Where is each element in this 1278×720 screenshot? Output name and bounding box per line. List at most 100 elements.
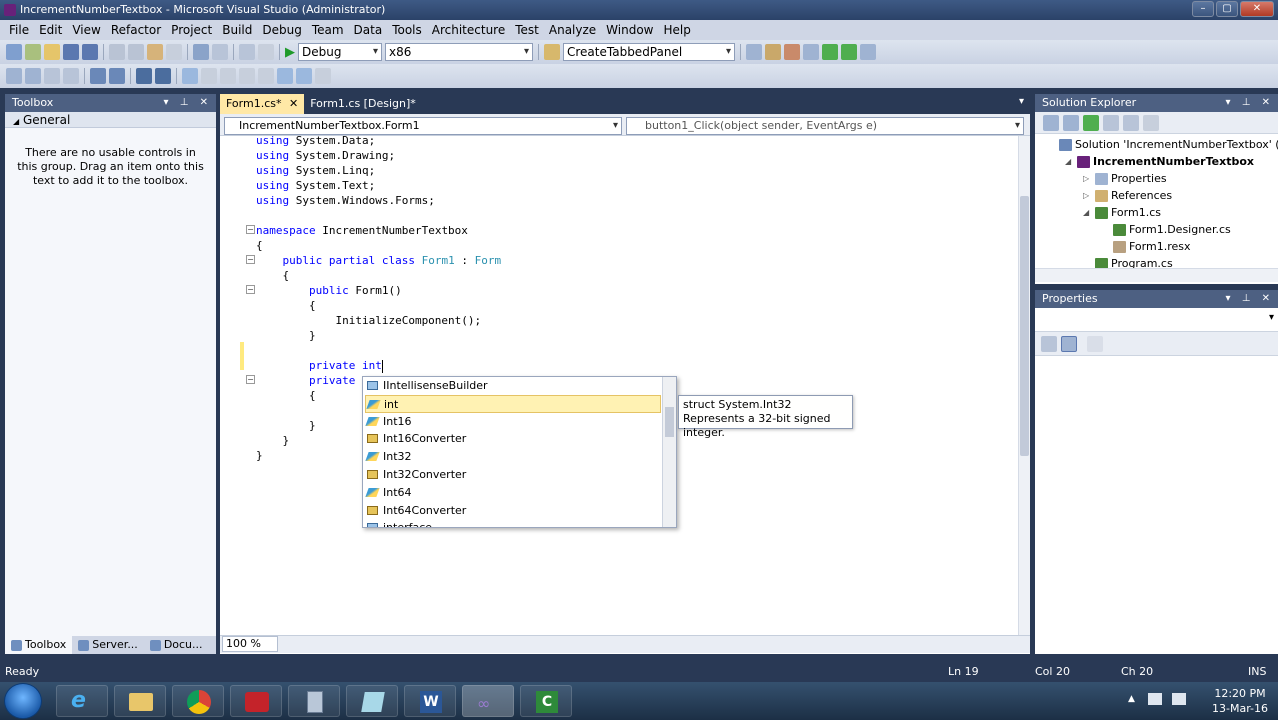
quick-info-icon[interactable]: [44, 68, 60, 84]
calculator-icon[interactable]: [288, 685, 340, 717]
find-combo[interactable]: CreateTabbedPanel: [563, 43, 735, 61]
paste-icon[interactable]: [147, 44, 163, 60]
internet-explorer-icon[interactable]: e: [56, 685, 108, 717]
expander-icon[interactable]: ◢: [1065, 153, 1074, 170]
indent-icon[interactable]: [109, 68, 125, 84]
tab-form1-design[interactable]: Form1.cs [Design]*: [304, 94, 422, 114]
network-icon[interactable]: [1148, 693, 1162, 705]
fold-method-icon[interactable]: −: [246, 375, 255, 384]
start-debugging-icon[interactable]: ▶: [285, 45, 295, 60]
refresh-icon[interactable]: [1083, 115, 1099, 131]
tree-item[interactable]: Form1.Designer.cs: [1047, 221, 1278, 238]
show-all-files-icon[interactable]: [1063, 115, 1079, 131]
word-icon[interactable]: W: [404, 685, 456, 717]
intellisense-item[interactable]: Int32: [365, 448, 661, 466]
menu-team[interactable]: Team: [307, 20, 349, 40]
add-item-icon[interactable]: [25, 44, 41, 60]
tree-item[interactable]: Form1.resx: [1047, 238, 1278, 255]
next-bookmark-icon[interactable]: [220, 68, 236, 84]
clear-bookmarks-icon[interactable]: [315, 68, 331, 84]
intellisense-scrollbar[interactable]: [662, 377, 676, 527]
command-window-icon[interactable]: [860, 44, 876, 60]
visual-studio-icon[interactable]: ∞: [462, 685, 514, 717]
class-diagram-icon[interactable]: [1143, 115, 1159, 131]
object-browser-icon[interactable]: [784, 44, 800, 60]
intellisense-list[interactable]: IIntellisenseBuilder int Int16 Int16Convert…: [362, 376, 677, 528]
intellisense-item[interactable]: IIntellisenseBuilder: [365, 377, 661, 395]
redo-icon[interactable]: [212, 44, 228, 60]
notepad-icon[interactable]: [346, 685, 398, 717]
new-project-icon[interactable]: [6, 44, 22, 60]
outdent-icon[interactable]: [90, 68, 106, 84]
menu-test[interactable]: Test: [510, 20, 544, 40]
undo-icon[interactable]: [193, 44, 209, 60]
parameter-info-icon[interactable]: [25, 68, 41, 84]
tab-form1-cs[interactable]: Form1.cs* ✕: [220, 94, 305, 114]
members-dropdown[interactable]: button1_Click(object sender, EventArgs e…: [626, 117, 1024, 135]
intellisense-item[interactable]: Int64: [365, 484, 661, 502]
camtasia-icon[interactable]: C: [520, 685, 572, 717]
menu-analyze[interactable]: Analyze: [544, 20, 601, 40]
menu-edit[interactable]: Edit: [34, 20, 67, 40]
expander-icon[interactable]: ▷: [1083, 170, 1092, 187]
panel-controls-icon[interactable]: ▾ ⊥ ✕: [1226, 94, 1274, 112]
intellisense-item[interactable]: Int32Converter: [365, 466, 661, 484]
fold-ctor-icon[interactable]: −: [246, 285, 255, 294]
prev-bookmark-icon[interactable]: [201, 68, 217, 84]
complete-word-icon[interactable]: [63, 68, 79, 84]
object-members-icon[interactable]: [6, 68, 22, 84]
menu-window[interactable]: Window: [601, 20, 658, 40]
extension-manager-icon[interactable]: [841, 44, 857, 60]
comment-icon[interactable]: [136, 68, 152, 84]
vertical-scrollbar[interactable]: [1018, 136, 1030, 636]
menu-tools[interactable]: Tools: [387, 20, 427, 40]
start-page-icon[interactable]: [822, 44, 838, 60]
prev-bookmark-doc-icon[interactable]: [277, 68, 293, 84]
menu-debug[interactable]: Debug: [257, 20, 306, 40]
object-selector[interactable]: ▾: [1035, 308, 1278, 332]
view-code-icon[interactable]: [1103, 115, 1119, 131]
scroll-thumb[interactable]: [1020, 196, 1029, 456]
find-in-files-icon[interactable]: [544, 44, 560, 60]
cut-icon[interactable]: [109, 44, 125, 60]
tree-item[interactable]: ◢ IncrementNumberTextbox: [1047, 153, 1278, 170]
solution-tree[interactable]: Solution 'IncrementNumberTextbox' (1 ◢ Inc…: [1047, 136, 1278, 272]
panel-controls-icon[interactable]: ▾ ⊥ ✕: [1226, 290, 1274, 308]
intellisense-item[interactable]: interface: [365, 519, 661, 527]
menu-refactor[interactable]: Refactor: [106, 20, 166, 40]
menu-view[interactable]: View: [67, 20, 105, 40]
delete-icon[interactable]: [166, 44, 182, 60]
volume-icon[interactable]: [1172, 693, 1186, 705]
navigate-back-icon[interactable]: [239, 44, 255, 60]
save-all-icon[interactable]: [82, 44, 98, 60]
horizontal-scrollbar[interactable]: [1035, 268, 1278, 282]
tab-toolbox[interactable]: Toolbox: [5, 636, 73, 654]
file-explorer-icon[interactable]: [114, 685, 166, 717]
solution-platform-select[interactable]: x86: [385, 43, 533, 61]
alphabetical-icon[interactable]: [1061, 336, 1077, 352]
intellisense-item[interactable]: int: [365, 394, 661, 413]
maximize-button[interactable]: ▢: [1216, 1, 1238, 17]
prev-bookmark-folder-icon[interactable]: [239, 68, 255, 84]
toolbox-group-general[interactable]: ◢ General: [5, 112, 216, 128]
tree-item[interactable]: ▷ References: [1047, 187, 1278, 204]
uncomment-icon[interactable]: [155, 68, 171, 84]
system-clock[interactable]: 12:20 PM 13-Mar-16: [1212, 686, 1268, 716]
open-file-icon[interactable]: [44, 44, 60, 60]
menu-project[interactable]: Project: [166, 20, 217, 40]
tab-server-explorer[interactable]: Server...: [72, 636, 144, 654]
intellisense-item[interactable]: Int64Converter: [365, 502, 661, 520]
tree-item[interactable]: Solution 'IncrementNumberTextbox' (1: [1047, 136, 1278, 153]
next-bookmark-folder-icon[interactable]: [258, 68, 274, 84]
zoom-select[interactable]: 100 %: [222, 636, 278, 652]
properties-icon[interactable]: [1043, 115, 1059, 131]
tree-item[interactable]: ◢ Form1.cs: [1047, 204, 1278, 221]
fold-class-icon[interactable]: −: [246, 255, 255, 264]
expander-icon[interactable]: ▷: [1083, 187, 1092, 204]
view-designer-icon[interactable]: [1123, 115, 1139, 131]
toolbox-window-icon[interactable]: [803, 44, 819, 60]
menu-help[interactable]: Help: [659, 20, 696, 40]
solution-explorer-icon[interactable]: [746, 44, 762, 60]
tab-document-outline[interactable]: Docu...: [144, 636, 209, 654]
intellisense-item[interactable]: Int16: [365, 413, 661, 431]
